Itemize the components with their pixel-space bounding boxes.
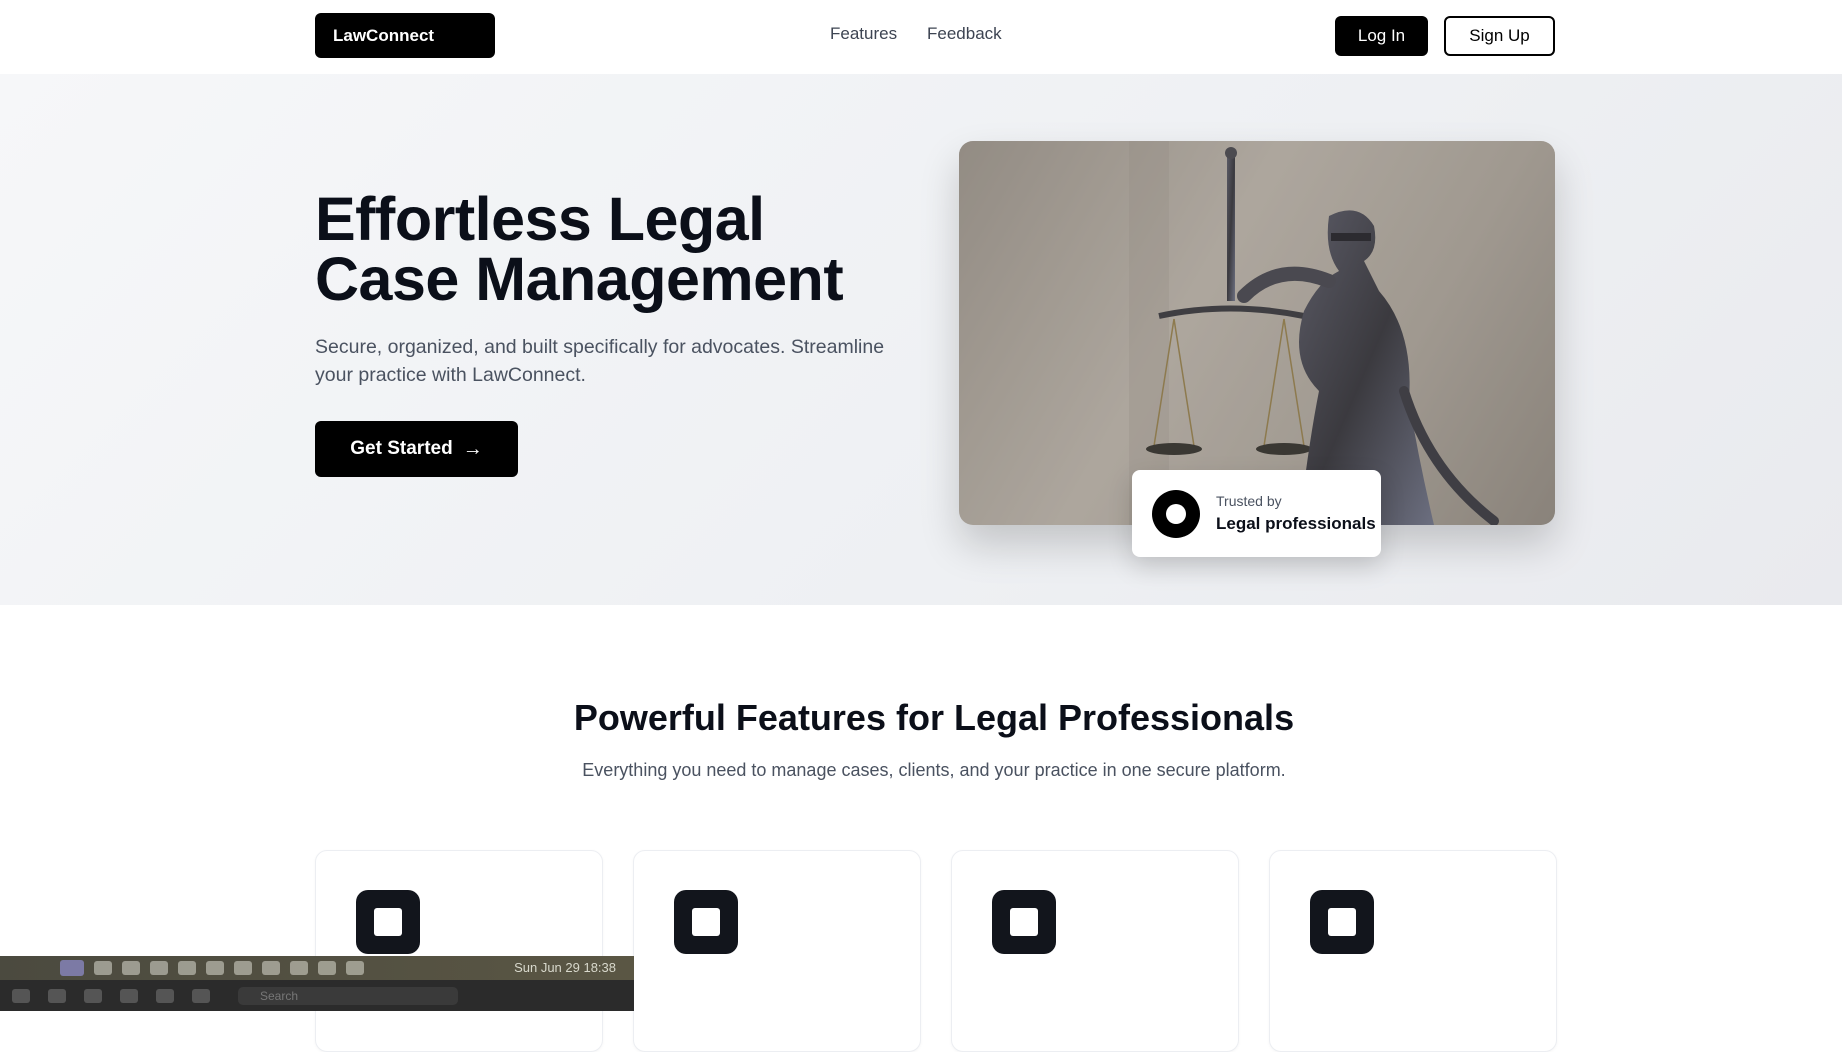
- control-center-icon[interactable]: [346, 961, 364, 975]
- square-icon: [992, 890, 1056, 954]
- get-started-label: Get Started: [350, 438, 453, 459]
- get-started-button[interactable]: Get Started →: [315, 421, 518, 477]
- app-icon[interactable]: [206, 961, 224, 975]
- feature-card[interactable]: [1269, 850, 1557, 1052]
- hero-title-line2: Case Management: [315, 245, 844, 313]
- os-taskbar-overlay: Sun Jun 29 18:38 Search: [0, 956, 634, 1011]
- top-navbar: LawConnect Features Feedback Log In Sign…: [0, 0, 1842, 75]
- square-icon: [1310, 890, 1374, 954]
- app-icon[interactable]: [122, 961, 140, 975]
- feature-card[interactable]: [315, 850, 603, 1052]
- logo[interactable]: LawConnect: [315, 13, 495, 58]
- arrow-right-icon: →: [462, 438, 483, 460]
- hero-title: Effortless Legal Case Management: [315, 189, 875, 310]
- app-icon[interactable]: [150, 961, 168, 975]
- search-input[interactable]: Search: [238, 986, 458, 1005]
- battery-icon[interactable]: [234, 961, 252, 975]
- app-icon[interactable]: [178, 961, 196, 975]
- hero-section: Effortless Legal Case Management Secure,…: [0, 74, 1842, 605]
- search-icon[interactable]: [318, 961, 336, 975]
- ring-icon: [1152, 490, 1200, 538]
- lady-justice-illustration: [959, 141, 1555, 525]
- square-icon: [356, 890, 420, 954]
- screen-icon[interactable]: [60, 960, 84, 976]
- app-icon[interactable]: [94, 961, 112, 975]
- nav-feedback-link[interactable]: Feedback: [927, 24, 1002, 44]
- share-icon[interactable]: [192, 988, 210, 1003]
- feature-card[interactable]: [951, 850, 1239, 1052]
- trust-badge: Trusted by Legal professionals: [1132, 470, 1381, 557]
- signup-button[interactable]: Sign Up: [1444, 16, 1555, 56]
- window-icon[interactable]: [48, 988, 66, 1003]
- hero-title-line1: Effortless Legal: [315, 185, 765, 253]
- wifi-icon[interactable]: [290, 961, 308, 975]
- feature-card[interactable]: [633, 850, 921, 1052]
- keyboard-layout-icon[interactable]: [262, 961, 280, 975]
- lock-icon[interactable]: [156, 988, 174, 1003]
- os-toolbar: Search: [0, 980, 634, 1011]
- eraser-icon[interactable]: [120, 988, 138, 1003]
- trust-caption: Trusted by: [1216, 493, 1282, 509]
- login-button[interactable]: Log In: [1335, 16, 1428, 56]
- features-title: Powerful Features for Legal Professional…: [573, 697, 1295, 738]
- edit-icon[interactable]: [84, 988, 102, 1003]
- os-menubar: Sun Jun 29 18:38: [0, 956, 634, 980]
- features-subtitle: Everything you need to manage cases, cli…: [582, 760, 1286, 780]
- sidebar-icon[interactable]: [12, 988, 30, 1003]
- hero-subtitle: Secure, organized, and built specificall…: [315, 336, 885, 386]
- square-icon: [674, 890, 738, 954]
- lady-justice-image: [959, 141, 1555, 525]
- trust-label: Legal professionals: [1216, 514, 1376, 533]
- clock: Sun Jun 29 18:38: [514, 960, 616, 975]
- nav-features-link[interactable]: Features: [830, 24, 897, 44]
